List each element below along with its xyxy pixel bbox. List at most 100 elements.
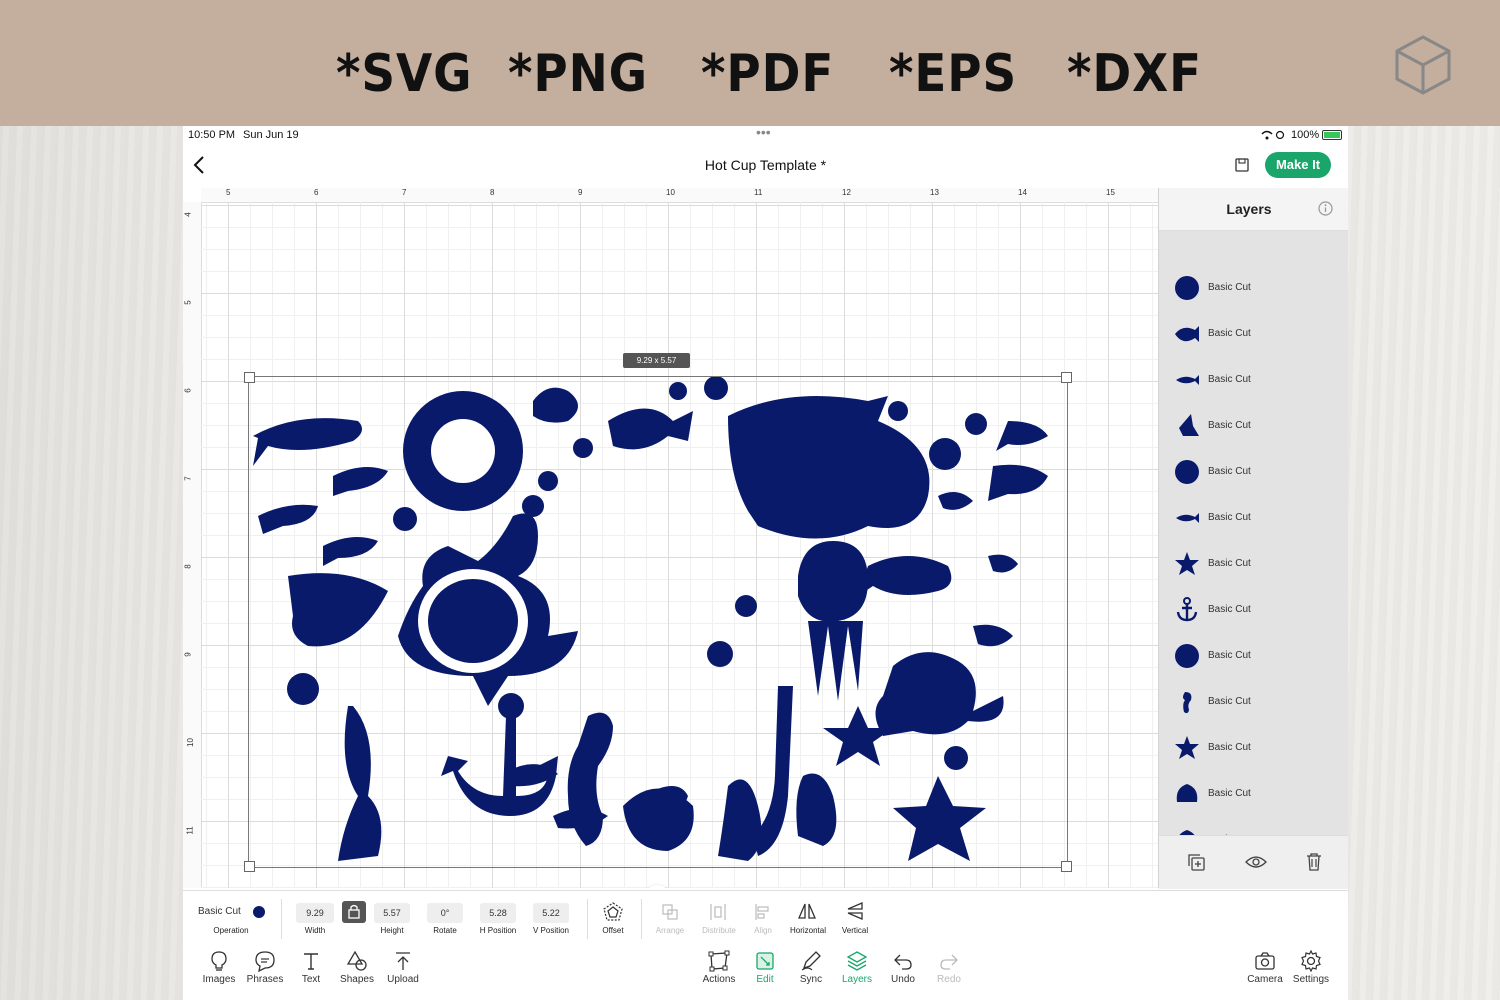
- layer-label: Basic Cut: [1208, 742, 1251, 753]
- ruler-tick: 9: [578, 188, 583, 197]
- design-canvas[interactable]: 5 6 7 8 9 10 11 12 13 14 15 4 5 6 7 8 9 …: [183, 188, 1158, 888]
- camera-button[interactable]: Camera: [1240, 950, 1290, 985]
- width-label: Width: [304, 926, 326, 935]
- format-banner: *SVG *PNG *PDF *EPS *DXF: [0, 0, 1500, 126]
- ruler-tick: 5: [226, 188, 231, 197]
- redo-button[interactable]: Redo: [924, 950, 974, 985]
- wifi-icon: [1261, 130, 1285, 140]
- ruler-tick: 7: [402, 188, 407, 197]
- ruler-tick: 10: [185, 738, 195, 747]
- size-badge: 9.29 x 5.57: [623, 353, 690, 368]
- undo-button[interactable]: Undo: [878, 950, 928, 985]
- layer-label: Basic Cut: [1208, 282, 1251, 293]
- upload-label: Upload: [387, 974, 419, 985]
- ruler-tick: 4: [183, 212, 193, 217]
- ruler-tick: 7: [183, 476, 193, 481]
- selection-box[interactable]: [244, 372, 1072, 872]
- design-app-window: 10:50 PM Sun Jun 19 ••• 100% Hot Cup Tem…: [183, 126, 1348, 1000]
- color-swatch[interactable]: [253, 906, 265, 918]
- camera-label: Camera: [1247, 974, 1283, 985]
- duplicate-icon[interactable]: [1186, 852, 1206, 872]
- sync-button[interactable]: Sync: [786, 950, 836, 985]
- settings-button[interactable]: Settings: [1286, 950, 1336, 985]
- resize-handle-bottom-left[interactable]: [244, 861, 255, 872]
- settings-label: Settings: [1292, 974, 1330, 985]
- redo-label: Redo: [937, 974, 961, 985]
- layer-label: Basic Cut: [1208, 328, 1251, 339]
- status-date: Sun Jun 19: [243, 129, 299, 141]
- operation-value[interactable]: Basic Cut: [198, 906, 241, 917]
- camera-icon: [1255, 952, 1275, 970]
- arrange-icon[interactable]: [661, 903, 679, 921]
- format-pdf: *PDF: [701, 44, 835, 104]
- width-input[interactable]: 9.29: [296, 903, 334, 923]
- ruler-tick: 14: [1018, 188, 1027, 197]
- ruler-tick: 15: [1106, 188, 1115, 197]
- shapes-label: Shapes: [340, 974, 374, 985]
- distribute-icon[interactable]: [709, 903, 727, 921]
- shapes-button[interactable]: Shapes: [332, 950, 382, 985]
- sync-label: Sync: [799, 974, 823, 985]
- phrases-label: Phrases: [246, 974, 284, 985]
- ruler-tick: 10: [666, 188, 675, 197]
- edit-button[interactable]: Edit: [740, 950, 790, 985]
- ruler-tick: 6: [314, 188, 319, 197]
- ruler-tick: 6: [183, 388, 193, 393]
- v-position-input[interactable]: 5.22: [533, 903, 569, 923]
- ruler-tick: 11: [754, 188, 763, 197]
- status-time: 10:50 PM: [188, 129, 236, 141]
- ruler-left: 4 5 6 7 8 9 10 11: [183, 202, 202, 888]
- upload-button[interactable]: Upload: [378, 950, 428, 985]
- layer-label: Basic Cut: [1208, 696, 1251, 707]
- make-it-button[interactable]: Make It: [1265, 152, 1331, 178]
- rotate-label: Rotate: [433, 926, 457, 935]
- flip-vertical-icon[interactable]: [845, 901, 865, 921]
- layer-label: Basic Cut: [1208, 788, 1251, 799]
- circle-icon: [1175, 276, 1199, 300]
- shell-icon: [1176, 784, 1198, 802]
- layers-title: Layers: [1226, 201, 1272, 217]
- lock-icon[interactable]: [342, 901, 366, 923]
- pen-icon: [801, 951, 821, 971]
- rotate-input[interactable]: 0°: [427, 903, 463, 923]
- star-icon: [1175, 552, 1199, 575]
- phrases-button[interactable]: Phrases: [240, 950, 290, 985]
- project-title: Hot Cup Template *: [704, 157, 827, 173]
- divider: [641, 899, 642, 939]
- format-png: *PNG: [508, 44, 648, 104]
- actions-label: Actions: [702, 974, 736, 985]
- trash-icon[interactable]: [1305, 852, 1323, 872]
- images-button[interactable]: Images: [194, 950, 244, 985]
- resize-handle-top-right[interactable]: [1061, 372, 1072, 383]
- text-label: Text: [301, 974, 321, 985]
- battery-icon: [1322, 130, 1342, 140]
- h-position-input[interactable]: 5.28: [480, 903, 516, 923]
- format-eps: *EPS: [889, 44, 1018, 104]
- align-icon[interactable]: [754, 903, 772, 921]
- flip-horizontal-icon[interactable]: [797, 901, 817, 921]
- ruler-tick: 9: [183, 652, 193, 657]
- anchor-icon: [1176, 597, 1198, 622]
- layers-button[interactable]: Layers: [832, 950, 882, 985]
- ruler-tick: 5: [183, 300, 193, 305]
- text-button[interactable]: Text: [286, 950, 336, 985]
- actions-button[interactable]: Actions: [694, 950, 744, 985]
- more-dots-icon[interactable]: •••: [756, 126, 771, 140]
- layers-footer: [1159, 835, 1348, 889]
- fish-icon: [1176, 375, 1199, 385]
- resize-handle-top-left[interactable]: [244, 372, 255, 383]
- battery-percent: 100%: [1291, 129, 1320, 141]
- resize-handle-bottom-right[interactable]: [1061, 861, 1072, 872]
- height-input[interactable]: 5.57: [374, 903, 410, 923]
- layer-label: Basic Cut: [1208, 420, 1251, 431]
- save-icon[interactable]: [1235, 158, 1249, 172]
- ruler-tick: 13: [930, 188, 939, 197]
- eye-icon[interactable]: [1245, 854, 1267, 870]
- upload-arrow-icon: [396, 952, 410, 970]
- layer-label: Basic Cut: [1208, 466, 1251, 477]
- circle-icon: [1175, 460, 1199, 484]
- star-icon: [1175, 736, 1199, 759]
- shapes-icon: [346, 950, 367, 971]
- offset-icon[interactable]: [602, 901, 624, 923]
- info-icon[interactable]: [1318, 201, 1333, 216]
